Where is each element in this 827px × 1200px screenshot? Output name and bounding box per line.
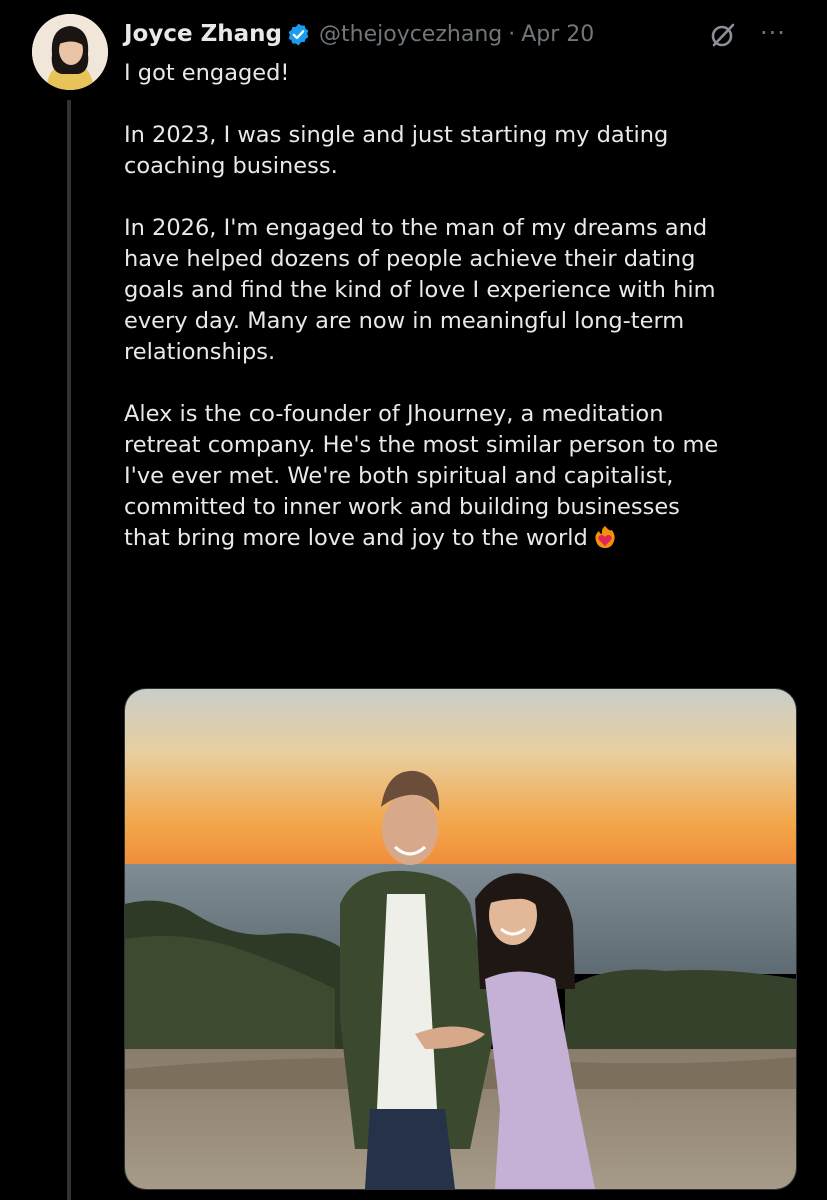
- tweet-paragraph-text: Alex is the co-founder of Jhourney, a me…: [124, 401, 719, 551]
- tweet-paragraph: In 2023, I was single and just starting …: [124, 122, 669, 179]
- tweet-photo[interactable]: [124, 688, 797, 1190]
- more-icon[interactable]: ···: [760, 20, 786, 46]
- tweet-paragraph: Alex is the co-founder of Jhourney, a me…: [124, 399, 804, 554]
- tweet-text: I got engaged! In 2023, I was single and…: [124, 58, 804, 585]
- tweet-date[interactable]: Apr 20: [521, 22, 594, 47]
- thread-line: [67, 100, 71, 1200]
- separator-dot: ·: [508, 21, 516, 47]
- tweet-paragraph: In 2026, I'm engaged to the man of my dr…: [124, 215, 716, 365]
- avatar-photo: [32, 14, 108, 90]
- author-name[interactable]: Joyce Zhang: [124, 21, 282, 47]
- author-handle[interactable]: @thejoycezhang: [319, 22, 502, 47]
- tweet-paragraph: I got engaged!: [124, 60, 290, 86]
- grok-icon[interactable]: [708, 20, 738, 50]
- avatar[interactable]: [32, 14, 108, 90]
- verified-badge-icon: [288, 23, 309, 45]
- tweet-header: Joyce Zhang @thejoycezhang · Apr 20: [124, 18, 594, 50]
- heart-on-fire-emoji-icon: [595, 526, 615, 548]
- engagement-photo: [125, 689, 796, 1189]
